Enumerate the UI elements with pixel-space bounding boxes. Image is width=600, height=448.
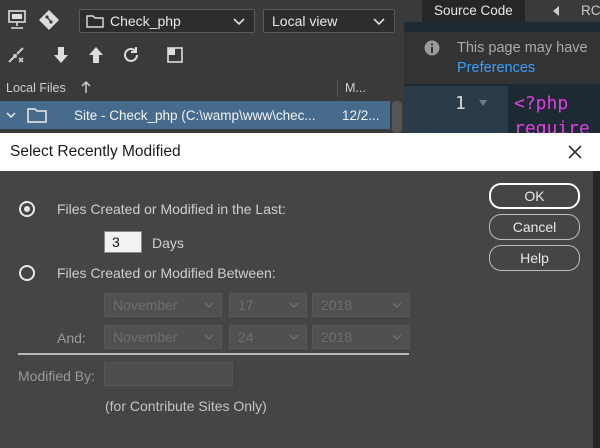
- contribute-note: (for Contribute Sites Only): [105, 398, 267, 414]
- code-line[interactable]: <?php: [514, 93, 568, 114]
- site-row[interactable]: Site - Check_php (C:\wamp\www\chec... 12…: [0, 101, 390, 129]
- site-row-modified: 12/2...: [342, 108, 380, 123]
- files-toolbar: Check_php Local view: [0, 0, 404, 40]
- to-month-value: November: [113, 329, 178, 345]
- chevron-down-icon[interactable]: [6, 110, 16, 120]
- chevron-down-icon: [289, 302, 299, 309]
- code-panel: Source Code RC This page may have Prefer…: [404, 0, 600, 140]
- section-divider: [18, 353, 409, 355]
- column-divider[interactable]: [337, 79, 338, 97]
- to-day-value: 24: [238, 329, 254, 345]
- modified-by-label: Modified By:: [18, 368, 96, 384]
- close-icon[interactable]: [566, 143, 584, 161]
- folder-icon: [27, 108, 47, 123]
- help-button[interactable]: Help: [489, 245, 580, 271]
- fold-arrow-icon[interactable]: [478, 98, 488, 108]
- from-day-select[interactable]: 17: [229, 293, 307, 317]
- cancel-button[interactable]: Cancel: [489, 214, 580, 240]
- caret-left-icon[interactable]: [550, 4, 562, 18]
- to-year-select[interactable]: 2018: [312, 325, 410, 349]
- dialog-title-bar: Select Recently Modified: [0, 133, 600, 171]
- view-select-value: Local view: [272, 13, 338, 29]
- disconnect-icon[interactable]: [4, 44, 28, 66]
- to-day-select[interactable]: 24: [229, 325, 307, 349]
- files-panel: Check_php Local view Local Files M... Si…: [0, 0, 404, 140]
- tab-source-code[interactable]: Source Code: [422, 0, 525, 22]
- ok-button[interactable]: OK: [489, 183, 580, 209]
- preferences-link[interactable]: Preferences: [457, 60, 535, 76]
- line-number: 1: [455, 93, 466, 114]
- tab-related-file[interactable]: RC: [581, 3, 600, 18]
- sort-arrow-up-icon: [81, 80, 91, 93]
- chevron-down-icon: [204, 334, 214, 341]
- modified-by-input[interactable]: [104, 362, 233, 386]
- view-select[interactable]: Local view: [263, 9, 395, 33]
- option-between-label[interactable]: Files Created or Modified Between:: [57, 265, 276, 281]
- radio-modified-between[interactable]: [19, 265, 35, 281]
- chevron-down-icon: [204, 302, 214, 309]
- dialog-body: Files Created or Modified in the Last: 3…: [0, 171, 593, 448]
- chevron-down-icon: [233, 18, 245, 26]
- from-year-select[interactable]: 2018: [312, 293, 410, 317]
- days-input[interactable]: 3: [104, 231, 142, 253]
- to-month-select[interactable]: November: [104, 325, 222, 349]
- git-icon[interactable]: [36, 7, 62, 33]
- chevron-down-icon: [392, 302, 402, 309]
- from-month-value: November: [113, 297, 178, 313]
- radio-modified-in-last[interactable]: [19, 201, 35, 217]
- put-files-icon[interactable]: [84, 44, 108, 66]
- info-icon: [424, 40, 440, 56]
- option-last-label[interactable]: Files Created or Modified in the Last:: [57, 201, 286, 217]
- site-select-value: Check_php: [110, 13, 181, 29]
- site-select[interactable]: Check_php: [79, 9, 255, 33]
- folder-icon: [86, 15, 104, 28]
- info-text: This page may have: [457, 40, 588, 56]
- to-year-value: 2018: [321, 329, 353, 345]
- info-bar: This page may have Preferences: [404, 32, 600, 84]
- files-toolbar-actions: [0, 40, 404, 70]
- chevron-down-icon: [289, 334, 299, 341]
- code-tabs: Source Code RC: [404, 0, 600, 22]
- files-column-header: Local Files M...: [0, 77, 404, 99]
- code-panel-edge: [593, 140, 600, 448]
- refresh-icon[interactable]: [119, 44, 143, 66]
- column-modified[interactable]: M...: [345, 81, 366, 95]
- from-month-select[interactable]: November: [104, 293, 222, 317]
- site-row-label: Site - Check_php (C:\wamp\www\chec...: [74, 108, 316, 123]
- and-label: And:: [57, 330, 86, 346]
- get-files-icon[interactable]: [49, 44, 73, 66]
- from-day-value: 17: [238, 297, 254, 313]
- dialog-title: Select Recently Modified: [10, 143, 181, 160]
- chevron-down-icon: [373, 18, 385, 26]
- column-local-files[interactable]: Local Files: [6, 81, 66, 95]
- from-year-value: 2018: [321, 297, 353, 313]
- files-scrollbar[interactable]: [392, 101, 402, 133]
- connect-server-icon[interactable]: [4, 7, 30, 33]
- chevron-down-icon: [392, 334, 402, 341]
- expand-panel-icon[interactable]: [163, 44, 187, 66]
- days-unit-label: Days: [152, 235, 184, 251]
